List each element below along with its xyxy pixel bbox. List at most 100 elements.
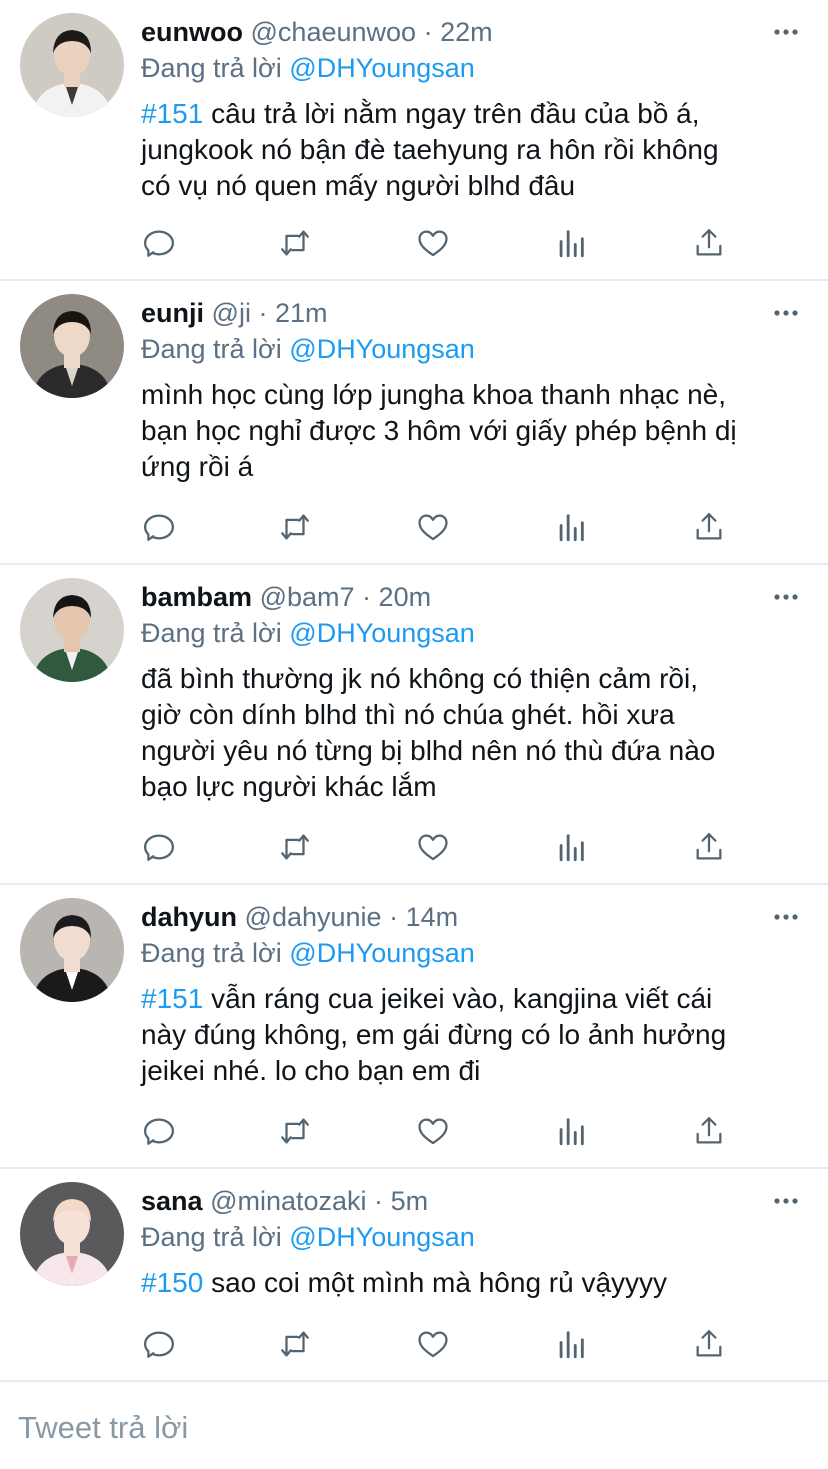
retweet-icon[interactable] — [277, 225, 313, 261]
more-options-icon[interactable] — [772, 301, 800, 325]
analytics-icon[interactable] — [553, 1113, 589, 1149]
tweet-actions — [141, 1326, 731, 1366]
share-icon[interactable] — [691, 225, 727, 261]
tweet-text: bạn học nghỉ được 3 hôm với giấy phép bệ… — [141, 415, 737, 446]
retweet-icon[interactable] — [277, 829, 313, 865]
timestamp[interactable]: 21m — [275, 298, 328, 328]
display-name[interactable]: dahyun — [141, 902, 237, 932]
reply-icon[interactable] — [141, 1113, 177, 1149]
tweet-text: mình học cùng lớp jungha khoa thanh nhạc… — [141, 379, 727, 410]
username[interactable]: @minatozaki — [210, 1186, 366, 1216]
avatar[interactable] — [20, 13, 124, 117]
avatar[interactable] — [20, 1182, 124, 1286]
timestamp[interactable]: 20m — [379, 582, 432, 612]
hashtag-link[interactable]: #151 — [141, 983, 203, 1014]
share-icon[interactable] — [691, 1113, 727, 1149]
display-name[interactable]: bambam — [141, 582, 252, 612]
mention-link[interactable]: @DHYoungsan — [289, 1222, 475, 1252]
tweet-header: dahyun @dahyunie · 14m — [141, 899, 458, 935]
tweet-text-line: đã bình thường jk nó không có thiện cảm … — [141, 661, 811, 697]
tweet[interactable]: eunwoo @chaeunwoo · 22m Đang trả lời @DH… — [0, 0, 828, 281]
replying-to-label: Đang trả lời — [141, 938, 282, 968]
username[interactable]: @dahyunie — [245, 902, 382, 932]
mention-link[interactable]: @DHYoungsan — [289, 938, 475, 968]
tweet[interactable]: sana @minatozaki · 5m Đang trả lời @DHYo… — [0, 1169, 828, 1382]
tweet-text-line: người yêu nó từng bị blhd nên nó thù đứa… — [141, 733, 811, 769]
like-icon[interactable] — [415, 225, 451, 261]
reply-icon[interactable] — [141, 509, 177, 545]
tweet-body: #151 câu trả lời nằm ngay trên đầu của b… — [141, 96, 811, 204]
like-icon[interactable] — [415, 829, 451, 865]
separator-dot: · — [258, 298, 268, 328]
mention-link[interactable]: @DHYoungsan — [289, 334, 475, 364]
display-name[interactable]: eunji — [141, 298, 204, 328]
retweet-icon[interactable] — [277, 509, 313, 545]
username[interactable]: @bam7 — [260, 582, 355, 612]
tweet-text: jeikei nhé. lo cho bạn em đi — [141, 1055, 481, 1086]
replying-to-label: Đang trả lời — [141, 1222, 282, 1252]
tweet-text: jungkook nó bận đè taehyung ra hôn rồi k… — [141, 134, 719, 165]
tweet[interactable]: bambam @bam7 · 20m Đang trả lời @DHYoung… — [0, 565, 828, 885]
avatar[interactable] — [20, 578, 124, 682]
mention-link[interactable]: @DHYoungsan — [289, 618, 475, 648]
tweet-body: mình học cùng lớp jungha khoa thanh nhạc… — [141, 377, 811, 485]
tweet-text: sao coi một mình mà hông rủ vậyyyy — [203, 1267, 668, 1298]
more-options-icon[interactable] — [772, 20, 800, 44]
tweet[interactable]: dahyun @dahyunie · 14m Đang trả lời @DHY… — [0, 885, 828, 1169]
analytics-icon[interactable] — [553, 829, 589, 865]
replying-to: Đang trả lời @DHYoungsan — [141, 1219, 475, 1255]
separator-dot: · — [423, 17, 433, 47]
hashtag-link[interactable]: #151 — [141, 98, 203, 129]
analytics-icon[interactable] — [553, 225, 589, 261]
display-name[interactable]: eunwoo — [141, 17, 243, 47]
tweet-body: #150 sao coi một mình mà hông rủ vậyyyy — [141, 1265, 811, 1301]
like-icon[interactable] — [415, 1113, 451, 1149]
reply-composer[interactable]: Tweet trả lời — [0, 1382, 828, 1469]
separator-dot: · — [362, 582, 372, 612]
tweet[interactable]: eunji @ji · 21m Đang trả lời @DHYoungsan… — [0, 281, 828, 565]
share-icon[interactable] — [691, 509, 727, 545]
username[interactable]: @chaeunwoo — [251, 17, 417, 47]
timestamp[interactable]: 14m — [406, 902, 459, 932]
analytics-icon[interactable] — [553, 509, 589, 545]
hashtag-link[interactable]: #150 — [141, 1267, 203, 1298]
tweet-text-line: jungkook nó bận đè taehyung ra hôn rồi k… — [141, 132, 811, 168]
tweet-text-line: #150 sao coi một mình mà hông rủ vậyyyy — [141, 1265, 811, 1301]
tweet-text-line: bạo lực người khác lắm — [141, 769, 811, 805]
tweet-text-line: này đúng không, em gái đừng có lo ảnh hư… — [141, 1017, 811, 1053]
timestamp[interactable]: 22m — [440, 17, 493, 47]
like-icon[interactable] — [415, 1326, 451, 1362]
timestamp[interactable]: 5m — [391, 1186, 429, 1216]
reply-icon[interactable] — [141, 829, 177, 865]
reply-icon[interactable] — [141, 1326, 177, 1362]
reply-icon[interactable] — [141, 225, 177, 261]
tweet-text: giờ còn dính blhd thì nó chúa ghét. hồi … — [141, 699, 675, 730]
tweet-text: câu trả lời nằm ngay trên đầu của bồ á, — [203, 98, 700, 129]
reply-feed: eunwoo @chaeunwoo · 22m Đang trả lời @DH… — [0, 0, 828, 1382]
replying-to: Đang trả lời @DHYoungsan — [141, 935, 475, 971]
analytics-icon[interactable] — [553, 1326, 589, 1362]
avatar[interactable] — [20, 898, 124, 1002]
tweet-text: ứng rồi á — [141, 451, 254, 482]
tweet-body: đã bình thường jk nó không có thiện cảm … — [141, 661, 811, 805]
display-name[interactable]: sana — [141, 1186, 203, 1216]
retweet-icon[interactable] — [277, 1326, 313, 1362]
tweet-actions — [141, 829, 731, 869]
more-options-icon[interactable] — [772, 905, 800, 929]
tweet-actions — [141, 225, 731, 265]
more-options-icon[interactable] — [772, 1189, 800, 1213]
like-icon[interactable] — [415, 509, 451, 545]
share-icon[interactable] — [691, 829, 727, 865]
username[interactable]: @ji — [212, 298, 251, 328]
tweet-header: eunwoo @chaeunwoo · 22m — [141, 14, 493, 50]
tweet-text: bạo lực người khác lắm — [141, 771, 437, 802]
tweet-text: có vụ nó quen mấy người blhd đâu — [141, 170, 576, 201]
tweet-text: đã bình thường jk nó không có thiện cảm … — [141, 663, 698, 694]
reply-input-placeholder[interactable]: Tweet trả lời — [18, 1410, 188, 1446]
more-options-icon[interactable] — [772, 585, 800, 609]
separator-dot: · — [374, 1186, 384, 1216]
retweet-icon[interactable] — [277, 1113, 313, 1149]
share-icon[interactable] — [691, 1326, 727, 1362]
avatar[interactable] — [20, 294, 124, 398]
mention-link[interactable]: @DHYoungsan — [289, 53, 475, 83]
